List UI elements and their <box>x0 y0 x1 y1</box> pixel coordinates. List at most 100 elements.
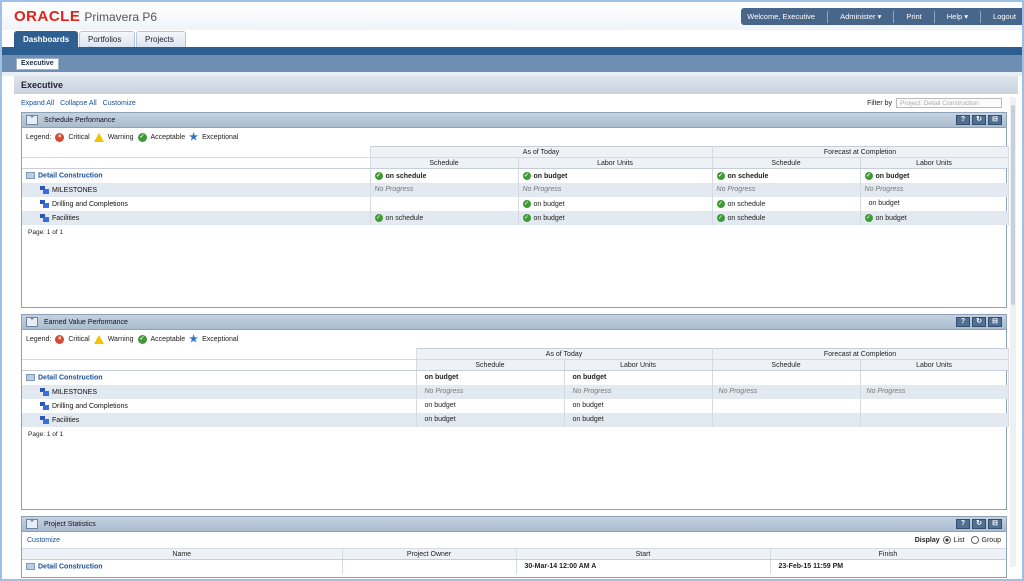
start-cell: 30-Mar-14 12:00 AM A <box>516 559 771 574</box>
status-text: on schedule <box>727 214 766 222</box>
finish-cell: 23-Feb-15 11:59 PM <box>770 559 1006 574</box>
tab-projects[interactable]: Projects <box>136 31 186 47</box>
legend: Legend: × Critical Warning ✓ Acceptable ★ E… <box>22 128 1006 146</box>
status-cell <box>860 412 1009 427</box>
status-cell: on budget <box>416 398 565 413</box>
row-name-cell[interactable]: MILESTONES <box>22 182 371 197</box>
header-labor-units: Labor Units <box>564 359 713 371</box>
legend: Legend: × Critical Warning ✓ Acceptable ★ E… <box>22 330 1006 348</box>
row-name: Detail Construction <box>38 172 103 180</box>
header-schedule: Schedule <box>416 359 565 371</box>
collapse-all-link[interactable]: Collapse All <box>60 100 97 107</box>
status-cell: ✓ on schedule <box>370 168 519 183</box>
tab-portfolios[interactable]: Portfolios ▾ <box>79 31 135 53</box>
expand-all-link[interactable]: Expand All <box>21 100 54 107</box>
header-spacer <box>22 157 371 169</box>
help-icon[interactable]: ? <box>956 519 970 529</box>
tab-band <box>2 47 1022 55</box>
help-menu[interactable]: Help ▾ <box>947 12 968 21</box>
status-cell: No Progress <box>712 182 861 197</box>
portlet-title: Project Statistics <box>44 520 96 528</box>
status-text: on schedule <box>727 172 769 180</box>
warning-icon <box>93 132 104 142</box>
status-cell <box>370 196 519 211</box>
portlet-title: Earned Value Performance <box>44 318 128 326</box>
pager: Page: 1 of 1 <box>28 228 64 236</box>
legend-label: Legend: <box>26 133 52 141</box>
table-row: MILESTONES No Progress No Progress No Pr… <box>22 384 1009 399</box>
tab-dashboards[interactable]: Dashboards <box>14 31 78 47</box>
header-labor-units: Labor Units <box>518 157 713 169</box>
status-cell: ✓ on budget <box>860 168 1009 183</box>
scrollbar-thumb[interactable] <box>1011 105 1015 305</box>
main-tabs: Dashboards Portfolios ▾ Projects <box>2 30 1022 53</box>
refresh-icon[interactable]: ↻ <box>972 115 986 125</box>
logout-link[interactable]: Logout <box>993 12 1016 21</box>
row-name-cell[interactable]: Detail Construction <box>22 168 371 183</box>
status-cell: ✓ on schedule <box>712 168 861 183</box>
status-cell: on budget <box>564 412 713 427</box>
refresh-icon[interactable]: ↻ <box>972 519 986 529</box>
collapse-icon[interactable]: ⌃ <box>26 519 38 529</box>
table-row: Drilling and Completions ✓ on budget ✓ on … <box>22 196 1009 211</box>
header-labor-units: Labor Units <box>860 359 1009 371</box>
tab-executive[interactable]: Executive <box>16 58 59 70</box>
vertical-scrollbar[interactable] <box>1010 97 1016 567</box>
help-icon[interactable]: ? <box>956 115 970 125</box>
status-cell: ✓ on budget <box>860 210 1009 225</box>
group-radio[interactable] <box>970 536 979 544</box>
help-icon[interactable]: ? <box>956 317 970 327</box>
restore-icon[interactable]: ⊟ <box>988 115 1002 125</box>
acceptable-icon: ✓ <box>716 213 725 222</box>
status-cell <box>860 398 1009 413</box>
customize-link[interactable]: Customize <box>103 100 136 107</box>
wbs-icon <box>40 401 49 410</box>
top-bar: ORACLE Primavera P6 Welcome, Executive A… <box>2 2 1022 30</box>
folder-icon <box>26 374 35 382</box>
header-forecast: Forecast at Completion <box>712 348 1009 360</box>
page-title: Executive <box>14 76 1018 94</box>
status-cell: on budget <box>860 196 1009 211</box>
row-name-cell[interactable]: Detail Construction <box>22 559 343 574</box>
row-name-cell[interactable]: Drilling and Completions <box>22 398 417 413</box>
refresh-icon[interactable]: ↻ <box>972 317 986 327</box>
collapse-icon[interactable]: ⌃ <box>26 317 38 327</box>
table-row: Facilities on budget on budget <box>22 412 1009 427</box>
restore-icon[interactable]: ⊟ <box>988 317 1002 327</box>
group-label: Group <box>981 536 1001 544</box>
divider <box>827 10 829 23</box>
status-text: on schedule <box>385 172 427 180</box>
product-name: Primavera P6 <box>84 10 158 24</box>
divider <box>933 10 935 23</box>
filter-input[interactable]: Project: Detail Construction <box>896 98 1002 108</box>
list-radio[interactable] <box>942 536 951 544</box>
restore-icon[interactable]: ⊟ <box>988 519 1002 529</box>
collapse-icon[interactable]: ⌃ <box>26 115 38 125</box>
status-text: on budget <box>875 172 910 180</box>
acceptable-icon: ✓ <box>137 334 147 344</box>
column-name: Name <box>22 548 343 560</box>
critical-icon: × <box>55 334 65 344</box>
acceptable-icon: ✓ <box>522 171 531 180</box>
row-name-cell[interactable]: Detail Construction <box>22 370 417 385</box>
project-statistics-portlet: ⌃ Project Statistics ? ↻ ⊟ Customize Dis… <box>21 516 1007 578</box>
header-spacer <box>22 359 417 371</box>
top-nav: Welcome, Executive Administer ▾ Print He… <box>741 8 1022 25</box>
row-name-cell[interactable]: MILESTONES <box>22 384 417 399</box>
status-text: on budget <box>533 200 565 208</box>
customize-link[interactable]: Customize <box>27 537 60 544</box>
legend-critical: Critical <box>68 335 90 343</box>
status-text: on schedule <box>385 214 424 222</box>
print-link[interactable]: Print <box>906 12 921 21</box>
status-cell: ✓ on schedule <box>370 210 519 225</box>
table-row: MILESTONES No Progress No Progress No Pr… <box>22 182 1009 197</box>
row-name-cell[interactable]: Facilities <box>22 412 417 427</box>
row-name-cell[interactable]: Facilities <box>22 210 371 225</box>
administer-menu[interactable]: Administer ▾ <box>840 12 881 21</box>
legend-exceptional: Exceptional <box>202 133 239 141</box>
row-name: Facilities <box>52 214 80 222</box>
row-name-cell[interactable]: Drilling and Completions <box>22 196 371 211</box>
warning-icon <box>93 334 104 344</box>
status-cell: No Progress <box>712 384 861 399</box>
project-statistics-table: Name Project Owner Start Finish Detail C… <box>22 548 1006 574</box>
